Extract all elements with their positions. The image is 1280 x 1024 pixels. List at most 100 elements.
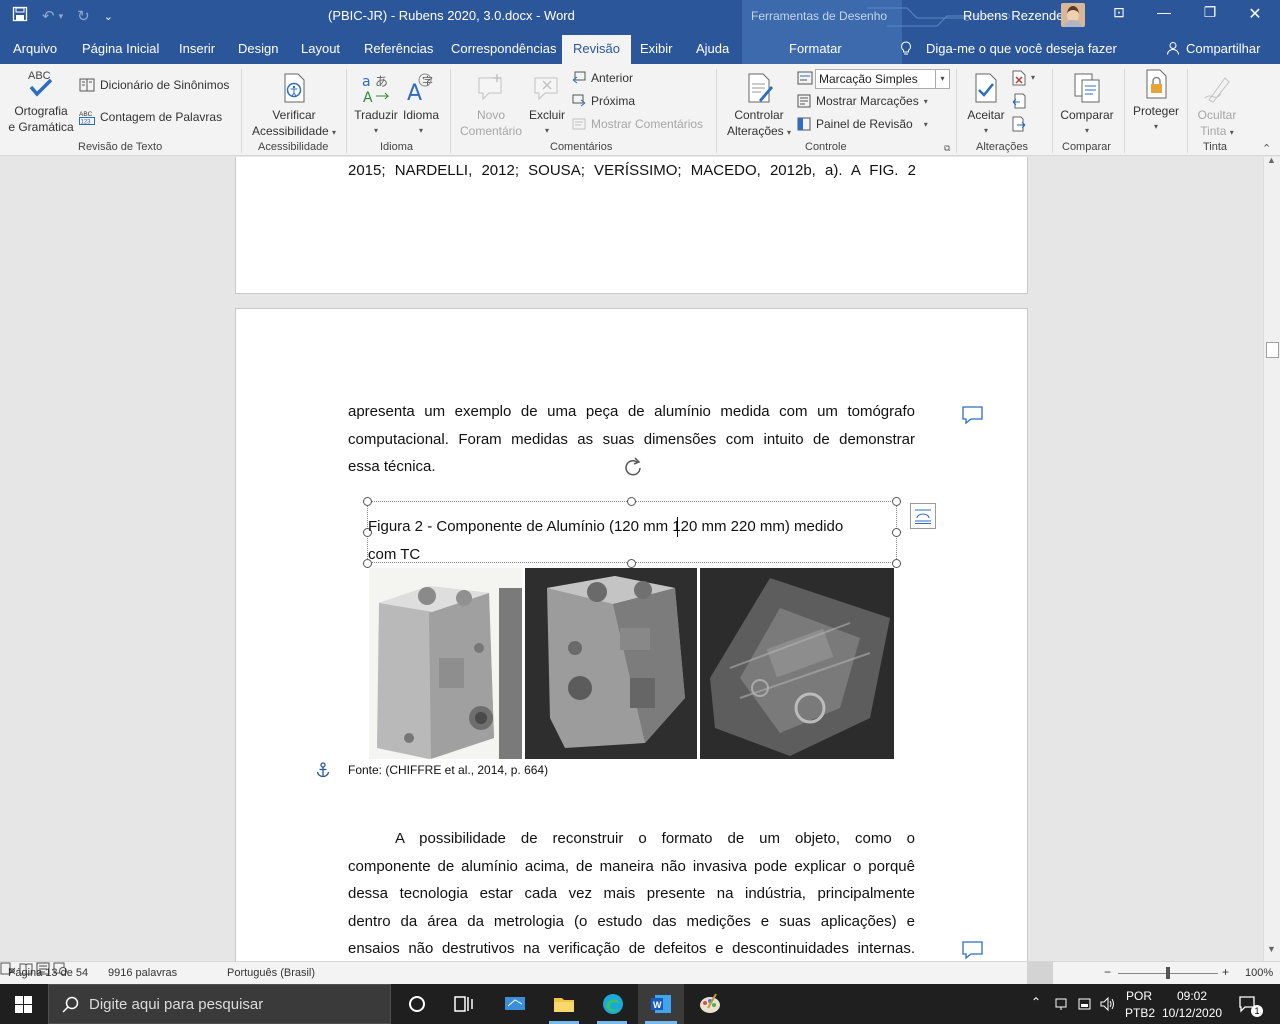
chevron-down-icon[interactable]: ▾ <box>935 70 949 88</box>
tab-exibir[interactable]: Exibir <box>640 41 673 56</box>
avatar[interactable] <box>1061 3 1085 27</box>
delete-label: Excluir <box>528 108 565 122</box>
edge-browser-icon[interactable] <box>601 992 625 1016</box>
input-language-1[interactable]: POR <box>1126 989 1152 1003</box>
zoom-in-icon[interactable]: + <box>1222 965 1229 979</box>
tab-revisao[interactable]: Revisão <box>562 35 631 64</box>
show-comments-button[interactable]: Mostrar Comentários <box>572 117 703 131</box>
language-status[interactable]: Português (Brasil) <box>227 967 315 979</box>
scroll-down-icon[interactable]: ▼ <box>1267 944 1276 954</box>
protect-button[interactable]: Proteger ▾ <box>1130 68 1182 135</box>
next-change-icon[interactable] <box>1012 116 1026 135</box>
tab-referencias[interactable]: Referências <box>364 41 433 56</box>
save-icon[interactable] <box>12 6 28 26</box>
close-icon[interactable]: ✕ <box>1240 4 1270 24</box>
new-comment-button[interactable]: Novo Comentário <box>456 72 526 139</box>
file-explorer-icon[interactable] <box>552 992 576 1016</box>
undo-icon[interactable]: ↶ <box>42 7 55 25</box>
tell-me-search[interactable]: Diga-me o que você deseja fazer <box>926 41 1117 56</box>
customize-qat-icon[interactable]: ⌄ <box>104 10 113 23</box>
cortana-icon[interactable] <box>405 992 429 1016</box>
windows-start-icon[interactable] <box>15 996 32 1013</box>
user-name[interactable]: Rubens Rezende <box>963 8 1063 23</box>
next-comment-button[interactable]: Próxima <box>572 94 635 108</box>
comment-marker-icon[interactable] <box>961 940 984 960</box>
network-icon[interactable] <box>1054 996 1070 1012</box>
text-line[interactable]: 2015; NARDELLI, 2012; SOUSA; VERÍSSIMO; … <box>348 157 916 185</box>
undo-dropdown-icon[interactable]: ▾ <box>59 11 64 22</box>
figure-image[interactable] <box>369 568 896 759</box>
paint-icon[interactable] <box>698 992 722 1016</box>
chevron-down-icon[interactable]: ▾ <box>1031 73 1035 82</box>
collapse-ribbon-icon[interactable]: ⌃ <box>1262 142 1271 155</box>
resize-handle[interactable] <box>363 497 372 506</box>
tab-pagina-inicial[interactable]: Página Inicial <box>82 41 159 56</box>
previous-comment-button[interactable]: Anterior <box>572 71 633 85</box>
svg-text:a: a <box>362 74 371 90</box>
clock-date[interactable]: 10/12/2020 <box>1162 1006 1222 1020</box>
translate-label: Traduzir <box>354 108 398 122</box>
share-icon[interactable] <box>1166 41 1180 58</box>
tab-ajuda[interactable]: Ajuda <box>696 41 729 56</box>
zoom-level[interactable]: 100% <box>1245 967 1273 979</box>
comment-marker-icon[interactable] <box>961 405 984 425</box>
protect-label: Proteger <box>1132 104 1180 118</box>
zoom-out-icon[interactable]: − <box>1104 965 1111 979</box>
accept-label: Aceitar <box>967 108 1005 122</box>
previous-change-icon[interactable] <box>1012 93 1026 112</box>
compare-icon <box>1074 73 1100 103</box>
delete-comment-button[interactable]: Excluir ▾ <box>526 72 568 139</box>
language-button[interactable]: A字 Idioma ▾ <box>400 72 442 139</box>
layout-options-button[interactable] <box>910 503 936 529</box>
volume-icon[interactable] <box>1099 996 1117 1012</box>
resize-handle[interactable] <box>627 497 636 506</box>
show-markup-button[interactable]: Mostrar Marcações ▾ <box>797 94 928 108</box>
tab-design[interactable]: Design <box>238 41 278 56</box>
reject-icon[interactable] <box>1012 70 1026 89</box>
figure-caption[interactable]: Figura 2 - Componente de Alumínio (120 m… <box>368 513 900 569</box>
markup-select[interactable]: Marcação Simples ▾ <box>815 69 950 89</box>
accept-button[interactable]: Aceitar ▾ <box>962 72 1010 139</box>
resize-handle[interactable] <box>892 497 901 506</box>
task-view-icon[interactable] <box>452 992 476 1016</box>
taskbar-search[interactable]: Digite aqui para pesquisar <box>48 984 391 1024</box>
vertical-scrollbar[interactable]: ▲ ▼ <box>1263 155 1280 961</box>
review-pane-button[interactable]: Painel de Revisão ▾ <box>797 117 928 131</box>
svg-text:A: A <box>363 90 373 104</box>
translate-icon: a あA <box>362 74 390 104</box>
dialog-launcher-icon[interactable]: ⧉ <box>944 143 950 154</box>
spelling-grammar-button[interactable]: ABC Ortografia e Gramática <box>8 68 74 135</box>
translate-button[interactable]: aあA Traduzir ▾ <box>354 72 398 139</box>
compare-button[interactable]: Comparar ▾ <box>1058 72 1116 139</box>
track-changes-button[interactable]: Controlar Alterações ▾ <box>724 72 794 141</box>
tray-overflow-icon[interactable]: ⌃ <box>1031 995 1041 1009</box>
scrollbar-thumb[interactable] <box>1266 342 1279 358</box>
scroll-up-icon[interactable]: ▲ <box>1267 155 1276 165</box>
rotate-handle-icon[interactable] <box>621 456 647 480</box>
input-language-2[interactable]: PTB2 <box>1125 1006 1155 1020</box>
svg-text:123: 123 <box>81 120 92 126</box>
thesaurus-button[interactable]: Dicionário de Sinônimos <box>79 78 229 92</box>
check-accessibility-button[interactable]: Verificar Acessibilidade ▾ <box>251 72 337 141</box>
ribbon-display-icon[interactable]: ⊡ <box>1104 4 1134 21</box>
battery-icon[interactable] <box>1077 996 1093 1012</box>
page-count[interactable]: Página 13 de 54 <box>8 967 88 979</box>
share-button[interactable]: Compartilhar <box>1186 41 1260 56</box>
word-app-icon[interactable]: W <box>649 992 673 1016</box>
tab-arquivo[interactable]: Arquivo <box>13 41 57 56</box>
tab-correspondencias[interactable]: Correspondências <box>451 41 557 56</box>
zoom-slider-thumb[interactable] <box>1166 967 1170 979</box>
word-count-button[interactable]: ABC 123 Contagem de Palavras <box>79 109 222 125</box>
tab-inserir[interactable]: Inserir <box>179 41 215 56</box>
clock-time[interactable]: 09:02 <box>1177 989 1207 1003</box>
paragraph-body[interactable]: A possibilidade de reconstruir o formato… <box>348 825 915 961</box>
figure-source[interactable]: Fonte: (CHIFFRE et al., 2014, p. 664) <box>348 763 548 777</box>
remote-desktop-icon[interactable] <box>503 992 527 1016</box>
redo-icon[interactable]: ↻ <box>77 7 90 25</box>
tab-layout[interactable]: Layout <box>301 41 340 56</box>
word-count[interactable]: 9916 palavras <box>108 967 177 979</box>
hide-ink-button[interactable]: Ocultar Tinta ▾ <box>1192 72 1242 141</box>
minimize-icon[interactable]: — <box>1149 4 1179 20</box>
restore-icon[interactable]: ❐ <box>1195 4 1225 21</box>
tab-formatar[interactable]: Formatar <box>789 41 842 56</box>
